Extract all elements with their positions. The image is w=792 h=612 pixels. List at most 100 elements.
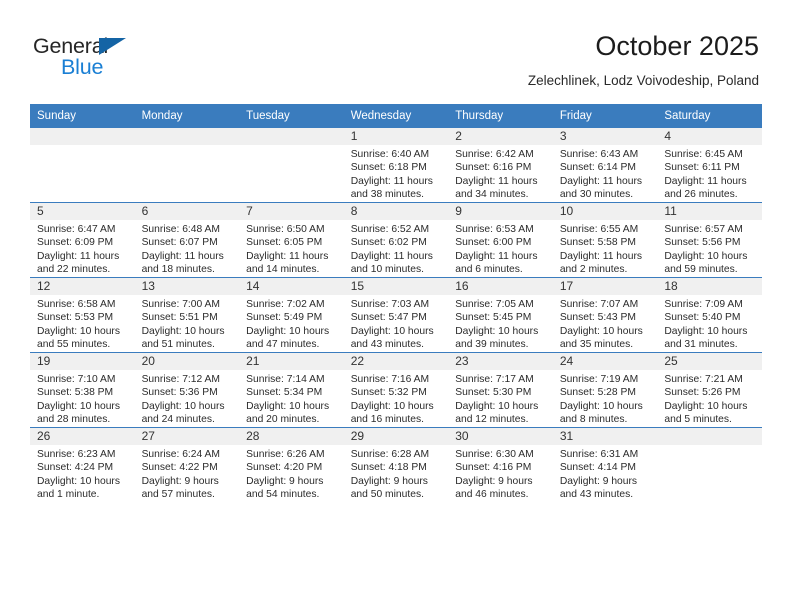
day-detail-daylight-line2: and 35 minutes. xyxy=(559,339,634,351)
day-detail-sunrise: Sunrise: 6:47 AM xyxy=(37,224,116,235)
day-details: Sunrise: 7:09 AM Sunset: 5:40 PM Daylight:… xyxy=(657,295,762,352)
calendar-day-cell[interactable]: 15 Sunrise: 7:03 AM Sunset: 5:47 PM Dayligh… xyxy=(343,277,449,353)
calendar-day-cell[interactable]: 26 Sunrise: 6:23 AM Sunset: 4:24 PM Dayligh… xyxy=(30,427,135,502)
calendar-day-cell[interactable]: 25 Sunrise: 7:21 AM Sunset: 5:26 PM Dayligh… xyxy=(657,352,762,428)
day-detail-sunset: Sunset: 5:49 PM xyxy=(246,312,323,324)
calendar-day-cell[interactable]: 6 Sunrise: 6:48 AM Sunset: 6:07 PM Daylight… xyxy=(134,202,240,278)
calendar-day-cell[interactable]: 8 Sunrise: 6:52 AM Sunset: 6:02 PM Daylight… xyxy=(343,202,449,278)
calendar-day-cell[interactable]: 17 Sunrise: 7:07 AM Sunset: 5:43 PM Dayligh… xyxy=(552,277,658,353)
calendar-day-cell[interactable]: 24 Sunrise: 7:19 AM Sunset: 5:28 PM Dayligh… xyxy=(552,352,658,428)
calendar-day-cell[interactable]: 30 Sunrise: 6:30 AM Sunset: 4:16 PM Dayligh… xyxy=(448,427,553,502)
day-detail-sunset: Sunset: 4:18 PM xyxy=(350,462,427,474)
day-detail-daylight-line2: and 55 minutes. xyxy=(37,339,111,351)
title-block: October 2025 Zelechlinek, Lodz Voivodesh… xyxy=(528,30,759,91)
day-number xyxy=(657,428,762,445)
calendar-day-cell[interactable]: 2 Sunrise: 6:42 AM Sunset: 6:16 PM Daylight… xyxy=(448,127,553,203)
day-detail-sunset: Sunset: 5:45 PM xyxy=(455,312,532,324)
day-detail-daylight-line2: and 16 minutes. xyxy=(350,414,424,426)
day-details: Sunrise: 7:14 AM Sunset: 5:34 PM Daylight:… xyxy=(239,370,344,427)
calendar-day-cell[interactable]: 28 Sunrise: 6:26 AM Sunset: 4:20 PM Dayligh… xyxy=(239,427,344,502)
calendar-day-cell[interactable]: 22 Sunrise: 7:16 AM Sunset: 5:32 PM Dayligh… xyxy=(343,352,449,428)
day-detail-sunset: Sunset: 5:34 PM xyxy=(246,387,323,399)
day-details: Sunrise: 7:10 AM Sunset: 5:38 PM Daylight:… xyxy=(30,370,135,427)
day-detail-daylight-line1: Daylight: 11 hours xyxy=(559,250,643,262)
calendar-day-cell[interactable]: 14 Sunrise: 7:02 AM Sunset: 5:49 PM Dayligh… xyxy=(239,277,344,353)
weekday-header-friday: Friday xyxy=(552,104,658,128)
day-detail-sunrise: Sunrise: 7:12 AM xyxy=(141,374,220,385)
calendar-day-cell-empty xyxy=(657,427,762,502)
day-detail-sunset: Sunset: 4:14 PM xyxy=(559,462,636,474)
calendar-day-cell[interactable]: 12 Sunrise: 6:58 AM Sunset: 5:53 PM Dayligh… xyxy=(30,277,135,353)
day-detail-daylight-line1: Daylight: 9 hours xyxy=(246,475,324,487)
calendar-day-cell[interactable]: 20 Sunrise: 7:12 AM Sunset: 5:36 PM Dayligh… xyxy=(134,352,240,428)
calendar-day-cell[interactable]: 31 Sunrise: 6:31 AM Sunset: 4:14 PM Dayligh… xyxy=(552,427,658,502)
day-detail-daylight-line1: Daylight: 10 hours xyxy=(559,400,643,412)
day-number: 4 xyxy=(657,128,762,145)
day-detail-sunset: Sunset: 6:11 PM xyxy=(664,162,740,174)
day-detail-sunrise: Sunrise: 6:53 AM xyxy=(455,224,534,235)
calendar-day-cell[interactable]: 13 Sunrise: 7:00 AM Sunset: 5:51 PM Dayligh… xyxy=(134,277,240,353)
day-detail-daylight-line2: and 43 minutes. xyxy=(559,489,634,501)
day-detail-sunrise: Sunrise: 6:48 AM xyxy=(141,224,220,235)
day-details: Sunrise: 7:21 AM Sunset: 5:26 PM Daylight:… xyxy=(657,370,762,427)
day-detail-sunrise: Sunrise: 6:58 AM xyxy=(37,299,116,310)
day-detail-daylight-line2: and 47 minutes. xyxy=(246,339,320,351)
calendar-day-cell[interactable]: 4 Sunrise: 6:45 AM Sunset: 6:11 PM Daylight… xyxy=(657,127,762,203)
calendar-day-cell[interactable]: 27 Sunrise: 6:24 AM Sunset: 4:22 PM Dayligh… xyxy=(134,427,240,502)
day-number: 5 xyxy=(30,203,135,220)
day-detail-sunrise: Sunrise: 6:55 AM xyxy=(559,224,639,235)
day-details: Sunrise: 6:47 AM Sunset: 6:09 PM Daylight:… xyxy=(30,220,135,277)
page-subtitle: Zelechlinek, Lodz Voivodeship, Poland xyxy=(527,73,759,88)
calendar-day-cell[interactable]: 11 Sunrise: 6:57 AM Sunset: 5:56 PM Dayligh… xyxy=(657,202,762,278)
day-detail-sunset: Sunset: 5:43 PM xyxy=(559,312,636,324)
day-detail-sunset: Sunset: 6:09 PM xyxy=(37,237,114,249)
day-details: Sunrise: 7:00 AM Sunset: 5:51 PM Daylight:… xyxy=(135,295,240,352)
day-detail-daylight-line2: and 34 minutes. xyxy=(455,189,529,201)
day-detail-sunrise: Sunrise: 7:10 AM xyxy=(37,374,116,385)
logo-word-blue: Blue xyxy=(61,55,104,79)
calendar-day-cell[interactable]: 10 Sunrise: 6:55 AM Sunset: 5:58 PM Dayligh… xyxy=(552,202,658,278)
calendar-day-cell[interactable]: 1 Sunrise: 6:40 AM Sunset: 6:18 PM Daylight… xyxy=(343,127,449,203)
day-details: Sunrise: 7:07 AM Sunset: 5:43 PM Daylight:… xyxy=(553,295,658,352)
day-detail-sunset: Sunset: 4:16 PM xyxy=(455,462,532,474)
calendar-day-cell[interactable]: 21 Sunrise: 7:14 AM Sunset: 5:34 PM Dayligh… xyxy=(239,352,344,428)
day-detail-sunset: Sunset: 5:38 PM xyxy=(37,387,114,399)
day-detail-daylight-line1: Daylight: 11 hours xyxy=(37,250,120,262)
day-details: Sunrise: 6:45 AM Sunset: 6:11 PM Daylight:… xyxy=(657,145,762,202)
day-detail-sunrise: Sunrise: 7:17 AM xyxy=(455,374,534,385)
day-number: 10 xyxy=(552,203,658,220)
day-detail-daylight-line2: and 14 minutes. xyxy=(246,264,320,276)
day-detail-sunrise: Sunrise: 7:14 AM xyxy=(246,374,325,385)
day-number: 24 xyxy=(552,353,658,370)
calendar-day-cell[interactable]: 18 Sunrise: 7:09 AM Sunset: 5:40 PM Dayligh… xyxy=(657,277,762,353)
day-number: 14 xyxy=(239,278,344,295)
day-details: Sunrise: 6:55 AM Sunset: 5:58 PM Daylight:… xyxy=(553,220,658,277)
calendar-day-cell[interactable]: 29 Sunrise: 6:28 AM Sunset: 4:18 PM Dayligh… xyxy=(343,427,449,502)
calendar-day-cell[interactable]: 16 Sunrise: 7:05 AM Sunset: 5:45 PM Dayligh… xyxy=(448,277,553,353)
day-detail-daylight-line2: and 8 minutes. xyxy=(559,414,628,426)
day-detail-daylight-line1: Daylight: 11 hours xyxy=(350,175,433,187)
day-detail-daylight-line1: Daylight: 10 hours xyxy=(455,325,539,337)
logo-triangle-icon xyxy=(99,38,126,55)
day-detail-sunrise: Sunrise: 7:09 AM xyxy=(664,299,743,310)
day-number: 11 xyxy=(657,203,762,220)
calendar-day-cell[interactable]: 3 Sunrise: 6:43 AM Sunset: 6:14 PM Daylight… xyxy=(552,127,658,203)
day-detail-daylight-line1: Daylight: 9 hours xyxy=(350,475,428,487)
day-detail-daylight-line1: Daylight: 11 hours xyxy=(455,175,538,187)
calendar-day-cell[interactable]: 23 Sunrise: 7:17 AM Sunset: 5:30 PM Dayligh… xyxy=(448,352,553,428)
calendar-body: 1 Sunrise: 6:40 AM Sunset: 6:18 PM Daylight… xyxy=(30,127,762,502)
day-detail-daylight-line2: and 10 minutes. xyxy=(350,264,424,276)
calendar-day-cell[interactable]: 7 Sunrise: 6:50 AM Sunset: 6:05 PM Daylight… xyxy=(239,202,344,278)
calendar-week-row: 1 Sunrise: 6:40 AM Sunset: 6:18 PM Daylight… xyxy=(30,127,762,203)
general-blue-logo[interactable]: General Blue xyxy=(33,34,233,86)
calendar-day-cell[interactable]: 5 Sunrise: 6:47 AM Sunset: 6:09 PM Daylight… xyxy=(30,202,135,278)
day-detail-daylight-line2: and 18 minutes. xyxy=(141,264,215,276)
day-detail-daylight-line1: Daylight: 9 hours xyxy=(559,475,638,487)
day-detail-daylight-line1: Daylight: 10 hours xyxy=(37,400,120,412)
calendar-day-cell-empty xyxy=(239,127,344,203)
calendar-day-cell[interactable]: 9 Sunrise: 6:53 AM Sunset: 6:00 PM Daylight… xyxy=(448,202,553,278)
day-detail-sunset: Sunset: 6:00 PM xyxy=(455,237,532,249)
day-number: 7 xyxy=(239,203,344,220)
day-number: 2 xyxy=(448,128,553,145)
calendar-day-cell[interactable]: 19 Sunrise: 7:10 AM Sunset: 5:38 PM Dayligh… xyxy=(30,352,135,428)
